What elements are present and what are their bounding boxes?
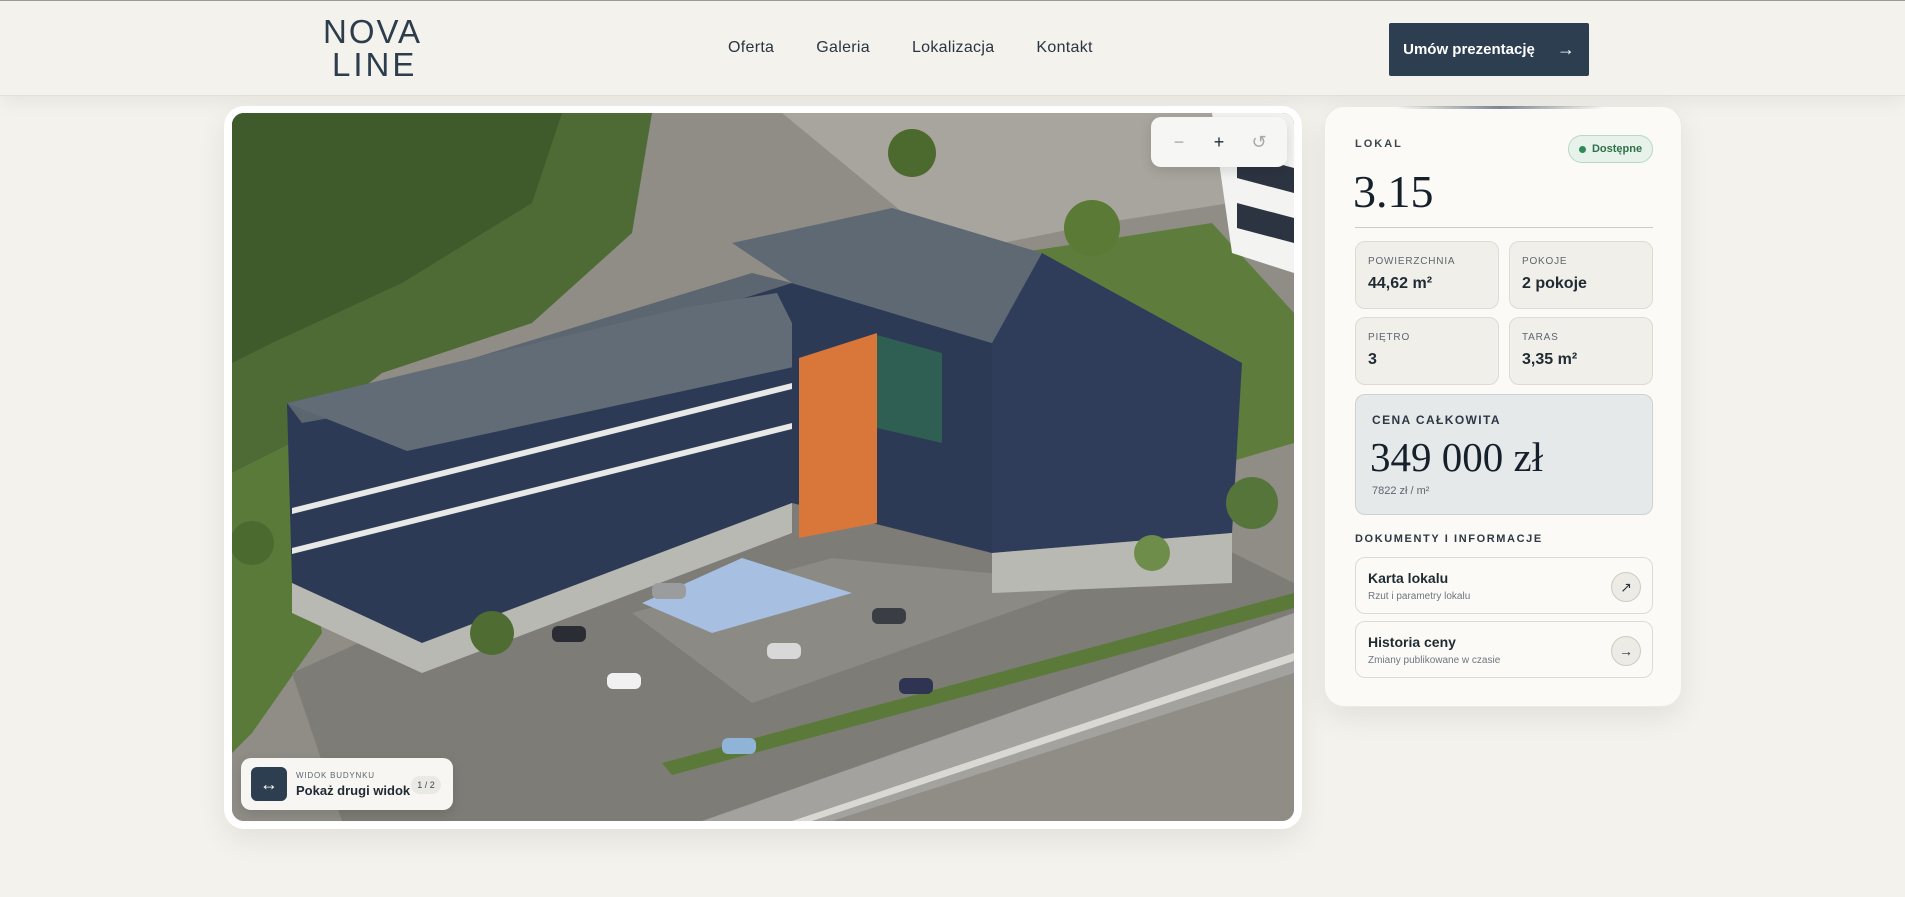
building-render[interactable] — [232, 113, 1294, 821]
docs-heading: DOKUMENTY I INFORMACJE — [1355, 533, 1543, 545]
view-toggle-label: Pokaż drugi widok — [296, 783, 411, 798]
status-text: Dostępne — [1591, 143, 1643, 155]
stat-area-key: POWIERZCHNIA — [1368, 256, 1456, 267]
stat-terrace: TARAS 3,35 m² — [1509, 317, 1653, 385]
brand-logo-line1: NOVA — [323, 13, 423, 50]
reset-view-button[interactable]: ↺ — [1244, 132, 1274, 153]
nav-link-oferta[interactable]: Oferta — [728, 39, 774, 57]
building-view-card — [224, 106, 1302, 829]
stat-rooms-value: 2 pokoje — [1522, 275, 1587, 292]
view-pager-badge: 1 / 2 — [411, 776, 441, 794]
price-label: CENA CAŁKOWITA — [1372, 413, 1501, 427]
zoom-controls: − + ↺ — [1151, 117, 1287, 167]
panel-accent-line — [1395, 106, 1605, 109]
stat-floor-value: 3 — [1368, 351, 1377, 368]
stat-area: POWIERZCHNIA 44,62 m² — [1355, 241, 1499, 309]
doc-unit-card-subtitle: Rzut i parametry lokalu — [1368, 591, 1471, 602]
doc-price-history[interactable]: Historia ceny Zmiany publikowane w czasi… — [1355, 621, 1653, 678]
brand-logo[interactable]: NOVA LINE — [323, 15, 433, 81]
unit-details-panel: LOKAL Dostępne 3.15 POWIERZCHNIA 44,62 m… — [1324, 106, 1682, 707]
nav-link-kontakt[interactable]: Kontakt — [1036, 39, 1092, 57]
stat-floor-key: PIĘTRO — [1368, 332, 1411, 343]
status-badge: Dostępne — [1568, 135, 1653, 163]
doc-price-history-title: Historia ceny — [1368, 634, 1456, 650]
doc-unit-card[interactable]: Karta lokalu Rzut i parametry lokalu ↗ — [1355, 557, 1653, 614]
zoom-in-button[interactable]: + — [1204, 132, 1234, 153]
price-per-m2: 7822 zł / m² — [1372, 485, 1430, 497]
arrow-right-icon[interactable]: → — [1611, 636, 1641, 666]
brand-logo-line2: LINE — [332, 46, 418, 83]
unit-label: LOKAL — [1355, 138, 1403, 150]
doc-price-history-subtitle: Zmiany publikowane w czasie — [1368, 655, 1501, 666]
zoom-out-button[interactable]: − — [1164, 132, 1194, 153]
schedule-presentation-button[interactable]: Umów prezentację → — [1389, 23, 1589, 76]
stat-floor: PIĘTRO 3 — [1355, 317, 1499, 385]
unit-number: 3.15 — [1353, 166, 1434, 217]
stat-rooms: POKOJE 2 pokoje — [1509, 241, 1653, 309]
divider — [1355, 227, 1653, 228]
main-nav: Oferta Galeria Lokalizacja Kontakt — [728, 39, 1093, 57]
building-render-illustration — [232, 113, 1294, 821]
external-link-icon[interactable]: ↗ — [1611, 572, 1641, 602]
price-box: CENA CAŁKOWITA 349 000 zł 7822 zł / m² — [1355, 394, 1653, 515]
nav-link-galeria[interactable]: Galeria — [816, 39, 870, 57]
switch-view-button[interactable]: ↔ WIDOK BUDYNKU Pokaż drugi widok 1 / 2 — [241, 758, 453, 810]
nav-link-lokalizacja[interactable]: Lokalizacja — [912, 39, 994, 57]
view-toggle-caption: WIDOK BUDYNKU — [296, 771, 375, 780]
swap-arrows-icon: ↔ — [251, 767, 287, 801]
site-header: NOVA LINE Oferta Galeria Lokalizacja Kon… — [0, 0, 1905, 96]
doc-unit-card-title: Karta lokalu — [1368, 570, 1449, 586]
stat-terrace-value: 3,35 m² — [1522, 351, 1578, 368]
stat-terrace-key: TARAS — [1522, 332, 1559, 343]
cta-label: Umów prezentację — [1403, 41, 1535, 58]
arrow-right-icon: → — [1556, 39, 1575, 59]
status-dot-icon — [1578, 145, 1586, 153]
stat-area-value: 44,62 m² — [1368, 275, 1433, 292]
price-value: 349 000 zł — [1370, 434, 1544, 480]
stat-rooms-key: POKOJE — [1522, 256, 1568, 267]
